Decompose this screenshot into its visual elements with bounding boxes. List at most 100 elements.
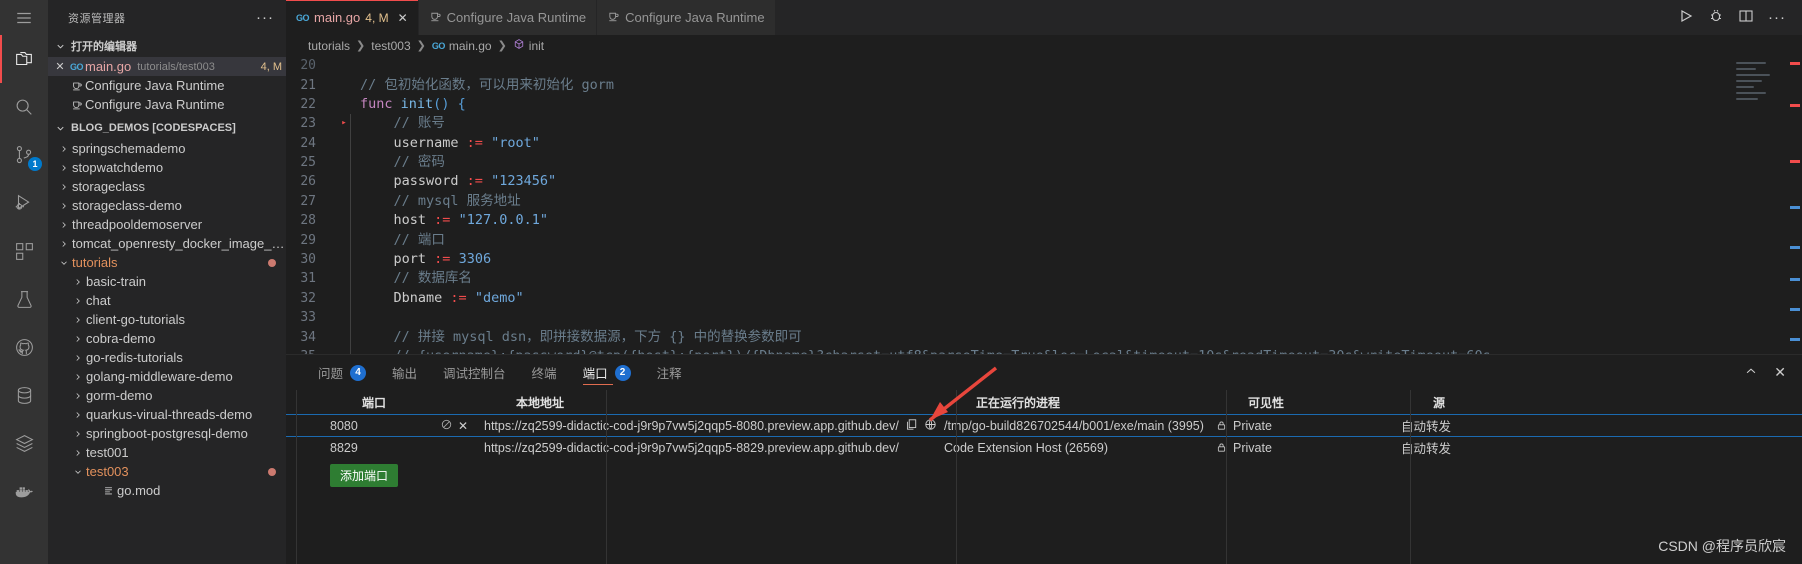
chevron-down-icon[interactable] xyxy=(70,464,86,480)
column-header-address[interactable]: 本地地址 xyxy=(508,394,968,411)
tree-folder-go-redis-tutorials[interactable]: go-redis-tutorials xyxy=(48,348,286,367)
code-line[interactable]: 22 func init() { xyxy=(286,95,1802,114)
activity-docker[interactable] xyxy=(0,467,48,515)
minimap[interactable] xyxy=(1732,56,1788,354)
tab-main-go[interactable]: GO main.go 4, M ✕ xyxy=(286,0,419,35)
tree-folder-cobra-demo[interactable]: cobra-demo xyxy=(48,329,286,348)
fold-indicator[interactable]: ▸ xyxy=(338,114,350,133)
copy-icon[interactable] xyxy=(905,418,918,434)
table-row[interactable]: 8829 https://zq2599-didactic-cod-j9r9p7v… xyxy=(286,437,1802,458)
open-editor-java-runtime-2[interactable]: Configure Java Runtime xyxy=(48,95,286,114)
code-line[interactable]: 28 host := "127.0.0.1" xyxy=(286,211,1802,231)
code-line[interactable]: 33 xyxy=(286,308,1802,328)
close-icon[interactable]: ✕ xyxy=(458,419,468,433)
open-editor-main-go[interactable]: ✕ GO main.go tutorials/test003 4, M xyxy=(48,57,286,76)
local-address-link[interactable]: https://zq2599-didactic-cod-j9r9p7vw5j2q… xyxy=(484,441,899,455)
tree-folder-client-go-tutorials[interactable]: client-go-tutorials xyxy=(48,310,286,329)
code-editor[interactable]: 20 21 // 包初始化函数，可以用来初始化 gorm 22 func init() … xyxy=(286,56,1802,354)
tab-configure-java-runtime-2[interactable]: Configure Java Runtime xyxy=(597,0,776,35)
tree-folder-storageclass-demo[interactable]: storageclass-demo xyxy=(48,196,286,215)
debug-alt-icon[interactable] xyxy=(1708,8,1724,27)
code-line[interactable]: 35 // {username}:{password}@tcp({host}:{… xyxy=(286,346,1802,354)
breadcrumb-item-init[interactable]: init xyxy=(513,38,544,53)
panel-tab-端口[interactable]: 端口 2 xyxy=(582,355,631,390)
column-header-visibility[interactable]: 可见性 xyxy=(1240,394,1425,411)
close-icon[interactable]: ✕ xyxy=(1774,364,1786,381)
activity-testing[interactable] xyxy=(0,275,48,323)
chevron-right-icon[interactable] xyxy=(70,426,86,442)
code-line[interactable]: 34 // 拼接 mysql dsn，即拼接数据源，下方 {} 中的替换参数即可 xyxy=(286,327,1802,347)
chevron-right-icon[interactable] xyxy=(70,407,86,423)
chevron-right-icon[interactable] xyxy=(70,293,86,309)
breadcrumb-item-test003[interactable]: test003 xyxy=(371,39,410,53)
activity-search[interactable] xyxy=(0,83,48,131)
chevron-right-icon[interactable] xyxy=(70,369,86,385)
panel-tab-终端[interactable]: 终端 xyxy=(532,355,557,390)
cell-port[interactable]: 8080 ✕ xyxy=(286,418,476,434)
table-row[interactable]: 8080 ✕ https://zq2599-didactic-cod-j9r9p… xyxy=(286,414,1802,437)
chevron-right-icon[interactable] xyxy=(56,160,72,176)
code-line[interactable]: 26 password := "123456" xyxy=(286,172,1802,192)
section-workspace[interactable]: BLOG_DEMOS [CODESPACES] xyxy=(48,117,286,139)
activity-layers[interactable] xyxy=(0,419,48,467)
chevron-right-icon[interactable] xyxy=(56,198,72,214)
code-line[interactable]: 29 // 端口 xyxy=(286,230,1802,251)
code-line[interactable]: 25 // 密码 xyxy=(286,153,1802,173)
chevron-down-icon[interactable] xyxy=(56,255,72,271)
activity-extensions[interactable] xyxy=(0,227,48,275)
tree-folder-threadpooldemoserver[interactable]: threadpooldemoserver xyxy=(48,215,286,234)
split-editor-icon[interactable] xyxy=(1738,8,1754,27)
breadcrumb-item-main-go[interactable]: GO main.go xyxy=(432,39,492,53)
code-line[interactable]: 31 // 数据库名 xyxy=(286,269,1802,289)
cell-visibility[interactable]: Private xyxy=(1208,441,1393,455)
tree-folder-gorm-demo[interactable]: gorm-demo xyxy=(48,386,286,405)
code-line[interactable]: 24 username := "root" xyxy=(286,133,1802,154)
chevron-right-icon[interactable] xyxy=(56,236,72,252)
code-line[interactable]: 30 port := 3306 xyxy=(286,250,1802,270)
local-address-link[interactable]: https://zq2599-didactic-cod-j9r9p7vw5j2q… xyxy=(484,419,899,433)
address-action-icons[interactable] xyxy=(905,418,936,434)
hamburger-menu-button[interactable] xyxy=(0,0,48,35)
add-port-button[interactable]: 添加端口 xyxy=(330,464,399,487)
chevron-right-icon[interactable] xyxy=(70,331,86,347)
activity-database[interactable] xyxy=(0,371,48,419)
tree-file-go.mod[interactable]: go.mod xyxy=(48,481,286,500)
activity-run-debug[interactable] xyxy=(0,179,48,227)
open-in-browser-icon[interactable] xyxy=(924,418,936,434)
tree-folder-basic-train[interactable]: basic-train xyxy=(48,272,286,291)
tree-folder-golang-middleware-demo[interactable]: golang-middleware-demo xyxy=(48,367,286,386)
tree-folder-springboot-postgresql-demo[interactable]: springboot-postgresql-demo xyxy=(48,424,286,443)
cell-visibility[interactable]: Private xyxy=(1208,419,1393,433)
code-line[interactable]: 20 xyxy=(286,56,1802,75)
ellipsis-icon[interactable]: ··· xyxy=(1768,10,1786,25)
column-header-process[interactable]: 正在运行的进程 xyxy=(968,394,1240,411)
tree-folder-test001[interactable]: test001 xyxy=(48,443,286,462)
open-editor-java-runtime-1[interactable]: Configure Java Runtime xyxy=(48,76,286,95)
tree-folder-chat[interactable]: chat xyxy=(48,291,286,310)
code-line[interactable]: 32 Dbname := "demo" xyxy=(286,288,1802,309)
tree-folder-storageclass[interactable]: storageclass xyxy=(48,177,286,196)
code-line[interactable]: 23 ▸ // 账号 xyxy=(286,114,1802,134)
activity-explorer[interactable] xyxy=(0,35,48,83)
tree-folder-stopwatchdemo[interactable]: stopwatchdemo xyxy=(48,158,286,177)
tree-folder-tutorials[interactable]: tutorials xyxy=(48,253,286,272)
panel-tab-注释[interactable]: 注释 xyxy=(657,355,682,390)
close-icon[interactable]: ✕ xyxy=(398,11,408,25)
chevron-right-icon[interactable] xyxy=(70,388,86,404)
chevron-right-icon[interactable] xyxy=(56,179,72,195)
activity-github[interactable] xyxy=(0,323,48,371)
panel-tab-调试控制台[interactable]: 调试控制台 xyxy=(443,355,506,390)
sidebar-more-actions-button[interactable]: ··· xyxy=(256,10,274,25)
column-header-port[interactable]: 端口 xyxy=(318,394,508,411)
cell-port[interactable]: 8829 xyxy=(286,441,476,455)
chevron-right-icon[interactable] xyxy=(70,274,86,290)
activity-source-control[interactable]: 1 xyxy=(0,131,48,179)
close-icon[interactable]: ✕ xyxy=(52,60,68,73)
chevron-right-icon[interactable] xyxy=(70,445,86,461)
panel-tab-问题[interactable]: 问题 4 xyxy=(318,355,367,390)
chevron-right-icon[interactable] xyxy=(56,141,72,157)
tree-folder-tomcat_openresty_docker_image_files[interactable]: tomcat_openresty_docker_image_files xyxy=(48,234,286,253)
chevron-right-icon[interactable] xyxy=(70,312,86,328)
panel-tab-输出[interactable]: 输出 xyxy=(392,355,417,390)
breadcrumb-item-tutorials[interactable]: tutorials xyxy=(308,39,350,53)
